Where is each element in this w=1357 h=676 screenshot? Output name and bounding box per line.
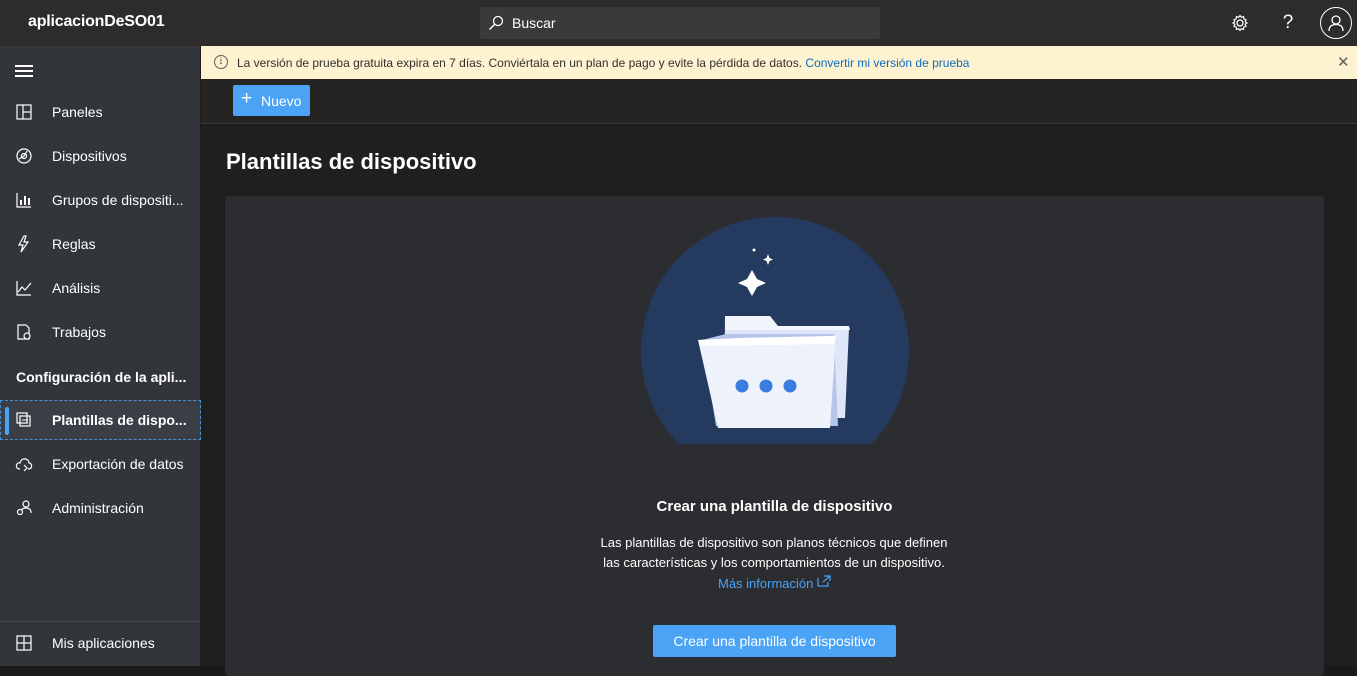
- learn-more-link[interactable]: Más información: [225, 575, 1324, 591]
- sidebar-item-device-templates[interactable]: Plantillas de dispo...: [0, 400, 201, 440]
- rules-icon: [17, 235, 30, 253]
- sidebar-section-title[interactable]: Configuración de la apli...: [16, 369, 186, 385]
- my-apps-icon: [16, 635, 32, 651]
- external-link-icon: [817, 575, 831, 587]
- banner-text: La versión de prueba gratuita expira en …: [237, 56, 803, 70]
- learn-more-label: Más información: [718, 576, 814, 591]
- account-button[interactable]: [1320, 7, 1352, 39]
- data-export-icon: [15, 458, 33, 472]
- sidebar-item-label: Plantillas de dispo...: [52, 412, 187, 428]
- sidebar-item-label: Trabajos: [52, 324, 106, 340]
- convert-trial-link[interactable]: Convertir mi versión de prueba: [805, 56, 969, 70]
- settings-button[interactable]: [1225, 8, 1255, 38]
- empty-state-description: Las plantillas de dispositivo son planos…: [574, 533, 974, 573]
- sidebar-item-device-groups[interactable]: Grupos de dispositi...: [0, 180, 201, 220]
- sidebar-item-label: Dispositivos: [52, 148, 127, 164]
- empty-state-title: Crear una plantilla de dispositivo: [656, 498, 893, 515]
- sidebar: Paneles Dispositivos Grupos de dispositi…: [0, 46, 201, 666]
- description-line: las características y los comportamiento…: [603, 555, 945, 570]
- create-device-template-button[interactable]: Crear una plantilla de dispositivo: [653, 625, 896, 657]
- sidebar-item-analytics[interactable]: Análisis: [0, 268, 201, 308]
- sidebar-item-label: Exportación de datos: [52, 456, 184, 472]
- analytics-icon: [16, 281, 32, 296]
- dashboard-icon: [16, 104, 32, 120]
- administration-icon: [16, 500, 32, 516]
- info-icon: i: [214, 55, 228, 69]
- page-title: Plantillas de dispositivo: [226, 149, 477, 174]
- jobs-icon: [17, 324, 31, 340]
- gear-icon: [1231, 14, 1249, 32]
- banner-message: La versión de prueba gratuita expira en …: [237, 56, 969, 70]
- sidebar-item-rules[interactable]: Reglas: [0, 224, 201, 264]
- sidebar-item-jobs[interactable]: Trabajos: [0, 312, 201, 352]
- trial-banner: i La versión de prueba gratuita expira e…: [201, 46, 1357, 79]
- device-groups-icon: [16, 193, 31, 208]
- help-icon: ?: [1282, 12, 1294, 33]
- sidebar-item-label: Administración: [52, 500, 144, 516]
- hamburger-menu-icon[interactable]: [15, 65, 33, 80]
- sidebar-item-label: Mis aplicaciones: [52, 635, 155, 651]
- avatar-icon: [1328, 15, 1344, 32]
- plus-icon: +: [241, 88, 253, 109]
- main-content: Plantillas de dispositivo Crear una plan…: [201, 125, 1357, 676]
- search-box[interactable]: [480, 7, 880, 39]
- sidebar-item-label: Análisis: [52, 280, 101, 296]
- search-input[interactable]: [512, 7, 872, 39]
- app-title[interactable]: aplicacionDeSO01: [28, 13, 165, 31]
- new-button[interactable]: + Nuevo: [233, 85, 310, 116]
- sidebar-item-label: Reglas: [52, 236, 96, 252]
- device-templates-icon: [16, 412, 31, 427]
- new-button-label: Nuevo: [261, 93, 302, 109]
- sidebar-divider: [0, 621, 200, 622]
- description-line: Las plantillas de dispositivo son planos…: [600, 535, 948, 550]
- sidebar-item-label: Grupos de dispositi...: [52, 192, 184, 208]
- sidebar-item-devices[interactable]: Dispositivos: [0, 136, 201, 176]
- sidebar-item-administration[interactable]: Administración: [0, 488, 201, 528]
- active-indicator: [5, 407, 9, 435]
- sidebar-item-my-apps[interactable]: Mis aplicaciones: [0, 623, 201, 663]
- sidebar-item-data-export[interactable]: Exportación de datos: [0, 444, 201, 484]
- command-bar: + Nuevo: [201, 79, 1357, 124]
- help-button[interactable]: ?: [1273, 8, 1303, 38]
- sidebar-item-panels[interactable]: Paneles: [0, 92, 201, 132]
- devices-icon: [16, 148, 32, 164]
- empty-state-card: Crear una plantilla de dispositivo Las p…: [225, 196, 1324, 676]
- folder-illustration: [641, 217, 909, 444]
- close-icon[interactable]: ✕: [1337, 53, 1350, 71]
- sidebar-item-label: Paneles: [52, 104, 103, 120]
- search-icon: [489, 15, 504, 30]
- top-bar: aplicacionDeSO01 ?: [0, 0, 1357, 46]
